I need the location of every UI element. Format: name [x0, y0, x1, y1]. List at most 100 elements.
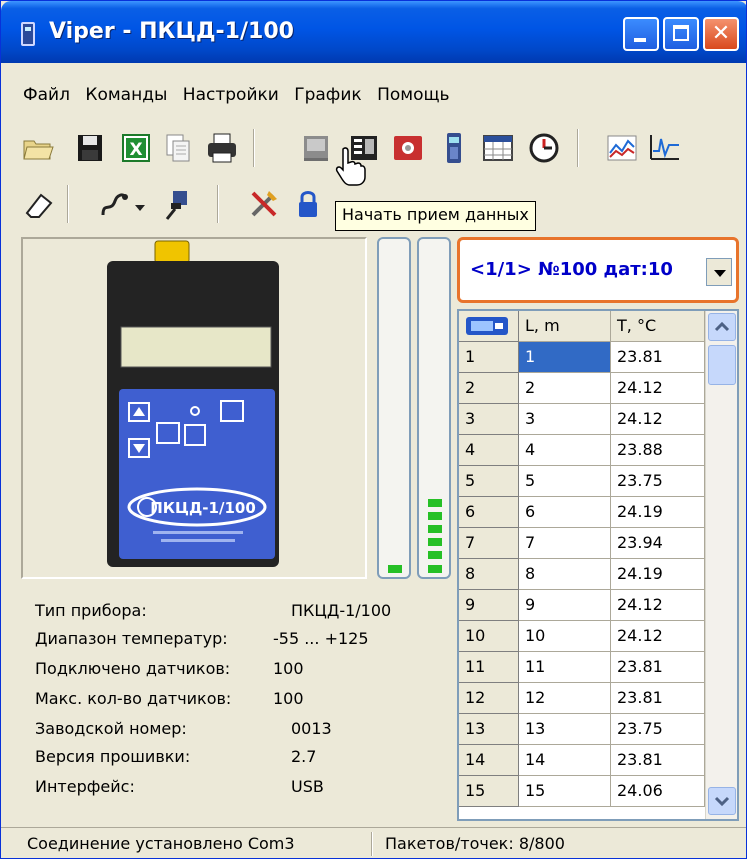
row-number[interactable]: 1 — [459, 342, 519, 373]
device-icon — [21, 22, 35, 46]
menu-settings[interactable]: Настройки — [183, 81, 279, 109]
minimize-button[interactable] — [623, 17, 659, 51]
cell-temp[interactable]: 24.19 — [611, 497, 705, 528]
close-button[interactable]: ✕ — [703, 17, 739, 51]
excel-icon[interactable]: X — [119, 131, 153, 165]
grid-corner — [459, 311, 519, 342]
row-number[interactable]: 8 — [459, 559, 519, 590]
lock-icon[interactable] — [291, 187, 325, 221]
row-number[interactable]: 13 — [459, 714, 519, 745]
sensor-line-select[interactable]: <1/1> №100 дат:10 — [457, 237, 739, 303]
record-icon[interactable] — [391, 131, 425, 165]
level-gauge-1 — [377, 237, 411, 579]
tooltip: Начать прием данных — [335, 201, 536, 231]
info-label: Диапазон температур: — [35, 629, 228, 648]
cell-temp[interactable]: 23.81 — [611, 683, 705, 714]
row-number[interactable]: 10 — [459, 621, 519, 652]
chevron-down-icon — [714, 796, 730, 807]
cell-length[interactable]: 3 — [519, 404, 611, 435]
cell-length[interactable]: 8 — [519, 559, 611, 590]
row-number[interactable]: 3 — [459, 404, 519, 435]
device-remote-icon[interactable] — [437, 131, 471, 165]
print-icon[interactable] — [205, 131, 239, 165]
row-number[interactable]: 6 — [459, 497, 519, 528]
cell-length[interactable]: 9 — [519, 590, 611, 621]
eraser-icon[interactable] — [21, 187, 55, 221]
start-receive-icon[interactable] — [301, 131, 335, 165]
scroll-thumb[interactable] — [708, 345, 736, 385]
cell-temp[interactable]: 23.75 — [611, 714, 705, 745]
status-connection: Соединение установлено Com3 — [27, 834, 295, 853]
info-value: 2.7 — [291, 747, 317, 766]
clock-icon[interactable] — [527, 131, 561, 165]
row-number[interactable]: 15 — [459, 776, 519, 807]
cell-length[interactable]: 1 — [519, 342, 611, 373]
selector-value: <1/1> №100 дат:10 — [470, 259, 673, 280]
row-number[interactable]: 7 — [459, 528, 519, 559]
scroll-down-button[interactable] — [708, 787, 736, 815]
row-number[interactable]: 11 — [459, 652, 519, 683]
menu-help[interactable]: Помощь — [377, 81, 449, 109]
cell-temp[interactable]: 23.88 — [611, 435, 705, 466]
scroll-up-button[interactable] — [708, 313, 736, 341]
menu-chart[interactable]: График — [294, 81, 361, 109]
cell-temp[interactable]: 24.12 — [611, 621, 705, 652]
module-list-icon[interactable] — [347, 131, 381, 165]
cell-temp[interactable]: 24.12 — [611, 373, 705, 404]
graph-icon[interactable] — [647, 131, 681, 165]
chevron-down-icon[interactable] — [133, 201, 147, 215]
copy-icon[interactable] — [161, 131, 195, 165]
menu-file[interactable]: Файл — [23, 81, 70, 109]
cell-temp[interactable]: 24.19 — [611, 559, 705, 590]
row-number[interactable]: 4 — [459, 435, 519, 466]
close-icon: ✕ — [711, 21, 731, 46]
cell-temp[interactable]: 23.94 — [611, 528, 705, 559]
sensor-chain-icon[interactable] — [97, 187, 131, 221]
cell-length[interactable]: 12 — [519, 683, 611, 714]
cell-length[interactable]: 4 — [519, 435, 611, 466]
column-header-length[interactable]: L, m — [519, 311, 611, 342]
cell-length[interactable]: 5 — [519, 466, 611, 497]
row-number[interactable]: 9 — [459, 590, 519, 621]
cell-temp[interactable]: 23.81 — [611, 745, 705, 776]
row-number[interactable]: 2 — [459, 373, 519, 404]
open-folder-icon[interactable] — [21, 131, 55, 165]
save-icon[interactable] — [73, 131, 107, 165]
info-label: Подключено датчиков: — [35, 659, 231, 678]
cell-length[interactable]: 6 — [519, 497, 611, 528]
dropdown-button[interactable] — [706, 258, 732, 286]
cell-length[interactable]: 14 — [519, 745, 611, 776]
cell-temp[interactable]: 23.75 — [611, 466, 705, 497]
row-number[interactable]: 14 — [459, 745, 519, 776]
status-packets: Пакетов/точек: 8/800 — [385, 834, 565, 853]
device-model-label: ПКЦД-1/100 — [150, 499, 256, 517]
cell-temp[interactable]: 24.12 — [611, 590, 705, 621]
title-bar[interactable]: Viper - ПКЦД-1/100 ✕ — [1, 1, 746, 63]
vertical-scrollbar[interactable] — [705, 311, 737, 819]
row-number[interactable]: 12 — [459, 683, 519, 714]
grid-header-icon — [466, 317, 508, 335]
table-icon[interactable] — [481, 131, 515, 165]
main-window: Viper - ПКЦД-1/100 ✕ Файл Команды Настро… — [0, 0, 747, 859]
cell-length[interactable]: 15 — [519, 776, 611, 807]
cell-temp[interactable]: 24.06 — [611, 776, 705, 807]
cell-length[interactable]: 13 — [519, 714, 611, 745]
cell-temp[interactable]: 24.12 — [611, 404, 705, 435]
cell-length[interactable]: 11 — [519, 652, 611, 683]
info-label: Заводской номер: — [35, 719, 187, 738]
cell-length[interactable]: 7 — [519, 528, 611, 559]
cell-temp[interactable]: 23.81 — [611, 652, 705, 683]
tools-icon[interactable] — [247, 187, 281, 221]
menu-commands[interactable]: Команды — [85, 81, 167, 109]
chart-icon[interactable] — [605, 131, 639, 165]
probe-icon[interactable] — [159, 187, 193, 221]
cell-length[interactable]: 2 — [519, 373, 611, 404]
row-number[interactable]: 5 — [459, 466, 519, 497]
maximize-button[interactable] — [663, 17, 699, 51]
data-grid[interactable]: L, m T, °C 1 1 23.81 2 2 24.12 3 3 24.12… — [457, 309, 739, 821]
cell-length[interactable]: 10 — [519, 621, 611, 652]
info-label: Интерфейс: — [35, 777, 135, 796]
column-header-temp[interactable]: T, °C — [611, 311, 705, 342]
info-label: Макс. кол-во датчиков: — [35, 689, 232, 708]
cell-temp[interactable]: 23.81 — [611, 342, 705, 373]
